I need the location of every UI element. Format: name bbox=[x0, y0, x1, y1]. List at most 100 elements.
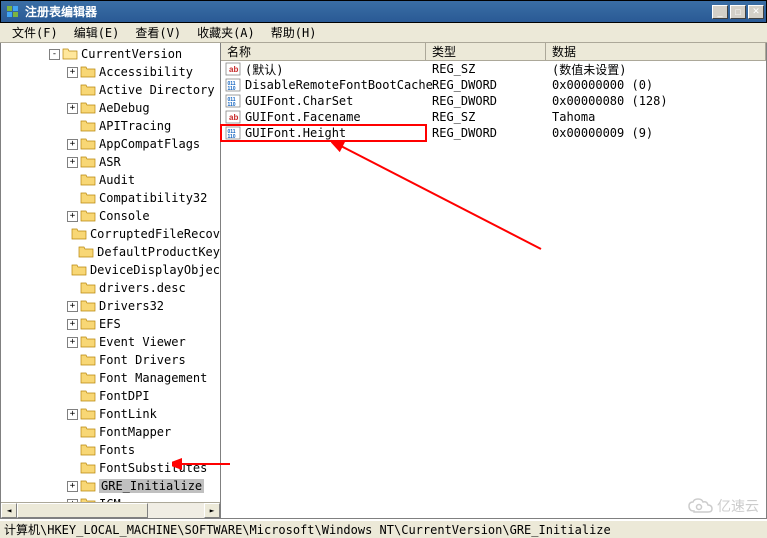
folder-icon bbox=[80, 155, 96, 169]
tree-label: Active Directory bbox=[99, 83, 215, 97]
list-row[interactable]: abGUIFont.Facename REG_SZ Tahoma bbox=[221, 109, 766, 125]
folder-icon bbox=[80, 461, 96, 475]
value-type: REG_DWORD bbox=[426, 94, 546, 108]
tree-label: Font Management bbox=[99, 371, 207, 385]
expand-icon[interactable]: + bbox=[67, 157, 78, 168]
menu-favorites[interactable]: 收藏夹(A) bbox=[189, 22, 263, 43]
tree-item[interactable]: +Accessibility bbox=[1, 63, 220, 81]
tree-label: CurrentVersion bbox=[81, 47, 182, 61]
list-row[interactable]: 011110GUIFont.Height REG_DWORD 0x0000000… bbox=[221, 125, 766, 141]
tree-item[interactable]: Fonts bbox=[1, 441, 220, 459]
watermark: 亿速云 bbox=[687, 496, 759, 516]
expand-icon[interactable]: + bbox=[67, 337, 78, 348]
folder-icon bbox=[80, 335, 96, 349]
folder-icon bbox=[80, 191, 96, 205]
tree-item[interactable]: +AeDebug bbox=[1, 99, 220, 117]
tree-view[interactable]: - CurrentVersion +Accessibility Active Dire… bbox=[1, 43, 221, 518]
folder-icon bbox=[80, 407, 96, 421]
tree-item[interactable]: Audit bbox=[1, 171, 220, 189]
tree-label: DefaultProductKey bbox=[97, 245, 220, 259]
column-header-type[interactable]: 类型 bbox=[426, 43, 546, 60]
scroll-thumb[interactable] bbox=[17, 503, 148, 518]
svg-text:110: 110 bbox=[228, 102, 236, 108]
expand-icon[interactable]: + bbox=[67, 301, 78, 312]
menu-view[interactable]: 查看(V) bbox=[127, 22, 189, 43]
tree-item[interactable]: FontDPI bbox=[1, 387, 220, 405]
column-header-data[interactable]: 数据 bbox=[546, 43, 766, 60]
tree-item[interactable]: Compatibility32 bbox=[1, 189, 220, 207]
tree-item[interactable]: +Event Viewer bbox=[1, 333, 220, 351]
list-row[interactable]: 011110DisableRemoteFontBootCache REG_DWO… bbox=[221, 77, 766, 93]
value-data: 0x00000009 (9) bbox=[546, 126, 766, 140]
folder-icon bbox=[80, 137, 96, 151]
string-value-icon: ab bbox=[225, 61, 241, 77]
expand-icon[interactable]: + bbox=[67, 319, 78, 330]
tree-item-root[interactable]: - CurrentVersion bbox=[1, 45, 220, 63]
close-button[interactable]: ✕ bbox=[748, 5, 764, 19]
tree-item[interactable]: +GRE_Initialize bbox=[1, 477, 220, 495]
tree-label: DeviceDisplayObjec bbox=[90, 263, 220, 277]
list-row[interactable]: ab(默认) REG_SZ (数值未设置) bbox=[221, 61, 766, 77]
tree-item[interactable]: + AppCompatFlags bbox=[1, 135, 220, 153]
tree-item[interactable]: Active Directory bbox=[1, 81, 220, 99]
value-name: DisableRemoteFontBootCache bbox=[245, 78, 433, 92]
maximize-button[interactable]: □ bbox=[730, 5, 746, 19]
list-body: ab(默认) REG_SZ (数值未设置) 011110 DisableRemot… bbox=[221, 61, 766, 518]
tree-label: EFS bbox=[99, 317, 121, 331]
tree-item[interactable]: DefaultProductKey bbox=[1, 243, 220, 261]
scroll-right-button[interactable]: ► bbox=[204, 503, 220, 518]
statusbar-path: 计算机\HKEY_LOCAL_MACHINE\SOFTWARE\Microsof… bbox=[4, 521, 611, 538]
tree-item[interactable]: Font Drivers bbox=[1, 351, 220, 369]
menu-file[interactable]: 文件(F) bbox=[4, 22, 66, 43]
tree-label: AppCompatFlags bbox=[99, 137, 200, 151]
tree-item[interactable]: +Drivers32 bbox=[1, 297, 220, 315]
tree-item[interactable]: FontSubstitutes bbox=[1, 459, 220, 477]
scroll-left-button[interactable]: ◄ bbox=[1, 503, 17, 518]
tree-item[interactable]: +FontLink bbox=[1, 405, 220, 423]
tree-item[interactable]: CorruptedFileRecov bbox=[1, 225, 220, 243]
expand-icon[interactable]: + bbox=[67, 139, 78, 150]
tree-item[interactable]: APITracing bbox=[1, 117, 220, 135]
tree-item[interactable]: + EFS bbox=[1, 315, 220, 333]
tree-label: Compatibility32 bbox=[99, 191, 207, 205]
tree-item[interactable]: +Console bbox=[1, 207, 220, 225]
folder-icon bbox=[80, 299, 96, 313]
folder-icon bbox=[71, 263, 87, 277]
value-type: REG_DWORD bbox=[426, 126, 546, 140]
expand-icon[interactable]: + bbox=[67, 481, 78, 492]
column-header-name[interactable]: 名称 bbox=[221, 43, 426, 60]
folder-icon bbox=[80, 479, 96, 493]
tree-label: FontMapper bbox=[99, 425, 171, 439]
tree-label: APITracing bbox=[99, 119, 171, 133]
menu-help[interactable]: 帮助(H) bbox=[263, 22, 325, 43]
folder-icon bbox=[80, 65, 96, 79]
expand-icon[interactable]: + bbox=[67, 103, 78, 114]
binary-value-icon: 011110 bbox=[225, 77, 241, 93]
svg-text:ab: ab bbox=[229, 113, 238, 122]
tree-scrollbar-horizontal[interactable]: ◄ ► bbox=[1, 502, 220, 518]
value-name: (默认) bbox=[245, 61, 283, 78]
tree-label: FontDPI bbox=[99, 389, 150, 403]
menu-edit[interactable]: 编辑(E) bbox=[66, 22, 128, 43]
expand-icon[interactable]: + bbox=[67, 211, 78, 222]
tree-item[interactable]: FontMapper bbox=[1, 423, 220, 441]
tree-item[interactable]: +ASR bbox=[1, 153, 220, 171]
minimize-button[interactable]: _ bbox=[712, 5, 728, 19]
statusbar: 计算机\HKEY_LOCAL_MACHINE\SOFTWARE\Microsof… bbox=[0, 520, 767, 538]
tree-item[interactable]: drivers.desc bbox=[1, 279, 220, 297]
list-row[interactable]: 011110GUIFont.CharSet REG_DWORD 0x000000… bbox=[221, 93, 766, 109]
list-view[interactable]: 名称 类型 数据 ab(默认) REG_SZ (数值未设置) 011110 Dis… bbox=[221, 43, 766, 518]
tree-item[interactable]: DeviceDisplayObjec bbox=[1, 261, 220, 279]
value-data: 0x00000080 (128) bbox=[546, 94, 766, 108]
value-name: GUIFont.Height bbox=[245, 126, 346, 140]
expand-icon[interactable]: + bbox=[67, 67, 78, 78]
list-header: 名称 类型 数据 bbox=[221, 43, 766, 61]
folder-icon bbox=[80, 101, 96, 115]
tree-label: Audit bbox=[99, 173, 135, 187]
collapse-icon[interactable]: - bbox=[49, 49, 60, 60]
tree-item[interactable]: Font Management bbox=[1, 369, 220, 387]
tree-label: Fonts bbox=[99, 443, 135, 457]
folder-icon bbox=[80, 353, 96, 367]
folder-icon bbox=[80, 389, 96, 403]
expand-icon[interactable]: + bbox=[67, 409, 78, 420]
